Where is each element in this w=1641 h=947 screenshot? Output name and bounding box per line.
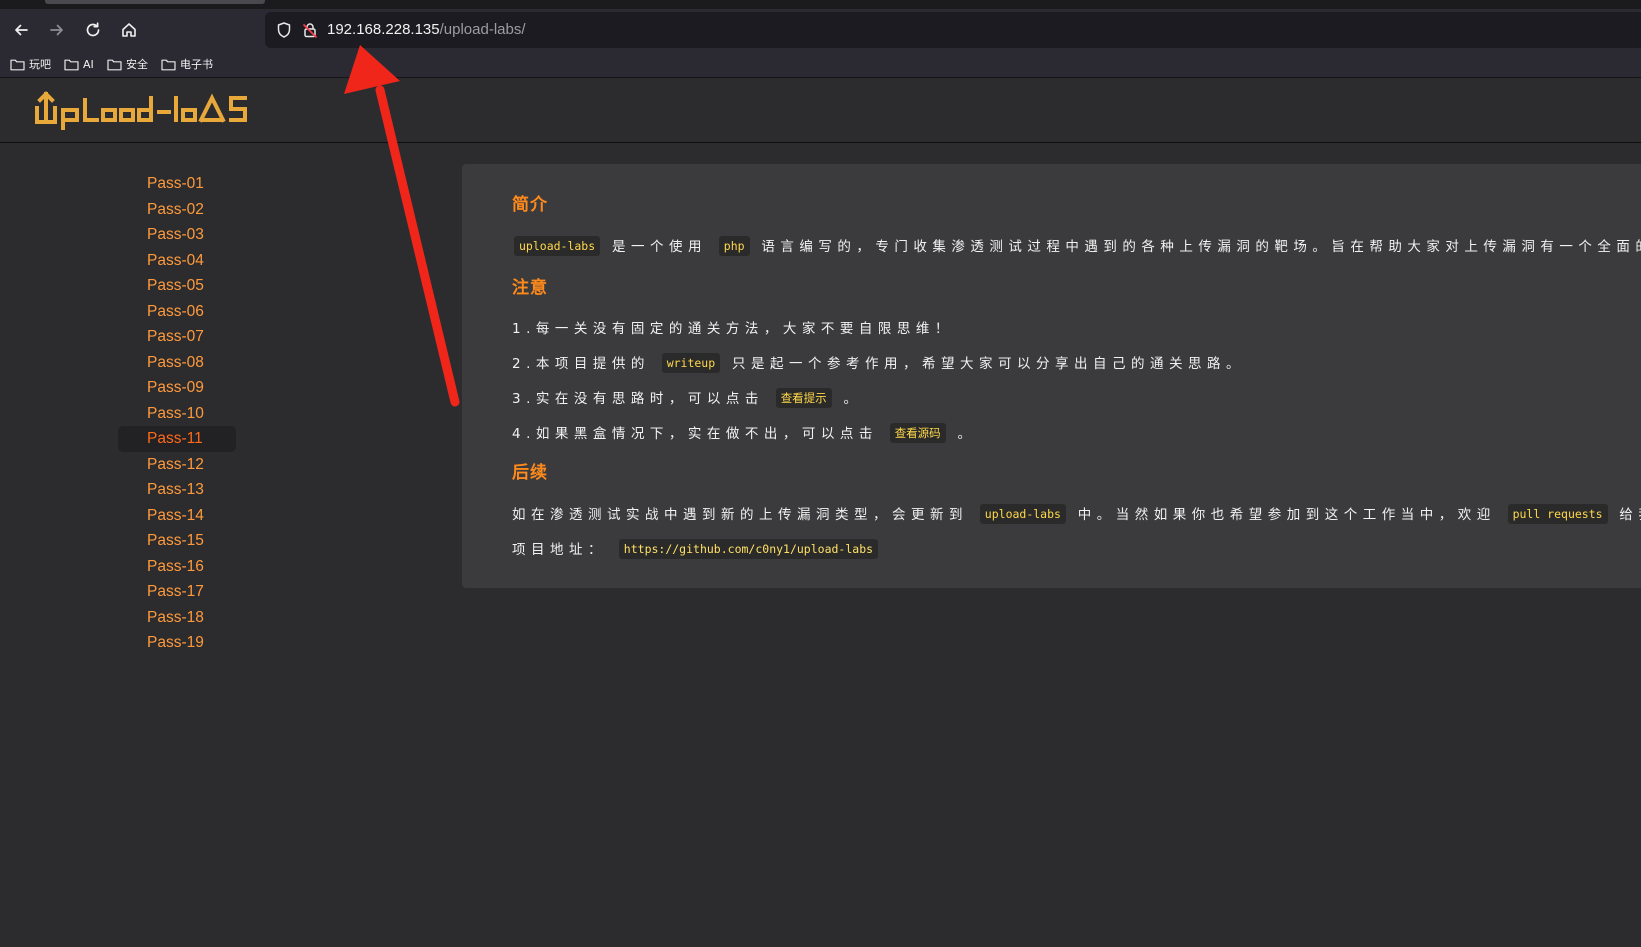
sidebar-item-pass-11[interactable]: Pass-11 (118, 426, 236, 452)
sidebar-item-pass-12[interactable]: Pass-12 (118, 452, 236, 478)
followup-line-1-b: 中。当然如果你也希望参加到这个工作当中，欢迎 (1077, 507, 1496, 523)
home-button[interactable] (116, 17, 142, 43)
reload-icon (86, 22, 100, 37)
intro-paragraph: upload-labs 是一个使用 php 语言编写的，专门收集渗透测试过程中遇… (512, 236, 1641, 258)
folder-icon (107, 59, 122, 70)
bookmark-folder[interactable]: 安全 (107, 56, 148, 72)
insecure-lock-icon[interactable] (301, 21, 319, 39)
home-icon (122, 23, 136, 37)
bookmark-folder[interactable]: AI (64, 56, 94, 72)
url-path: /upload-labs/ (439, 21, 526, 38)
bookmark-label: 电子书 (180, 58, 213, 71)
sidebar-item-pass-03[interactable]: Pass-03 (118, 222, 236, 248)
notice-line-4: 4.如果黑盒情况下，实在做不出，可以点击 查看源码 。 (512, 423, 976, 445)
followup-line-2: 项目地址： https://github.com/c0ny1/upload-la… (512, 539, 880, 561)
sidebar-item-pass-19[interactable]: Pass-19 (118, 630, 236, 656)
pass-sidebar: Pass-01 Pass-02 Pass-03 Pass-04 Pass-05 … (118, 171, 236, 656)
inline-code-writeup: writeup (661, 353, 721, 373)
site-logo[interactable]: upload-labs (33, 88, 263, 132)
sidebar-item-pass-05[interactable]: Pass-05 (118, 273, 236, 299)
sidebar-item-pass-14[interactable]: Pass-14 (118, 503, 236, 529)
intro-text-a: 是一个使用 (611, 239, 707, 255)
sidebar-item-pass-08[interactable]: Pass-08 (118, 350, 236, 376)
intro-text-b: 语言编写的，专门收集渗透测试过程中遇到的各种上传漏洞的靶场。旨在帮助大家对上传漏… (761, 239, 1641, 255)
forward-button[interactable] (44, 17, 70, 43)
sidebar-item-pass-07[interactable]: Pass-07 (118, 324, 236, 350)
bookmarks-bar: 玩吧 AI 安全 电子书 (0, 51, 1641, 78)
url-text[interactable]: 192.168.228.135/upload-labs/ (327, 21, 526, 39)
show-hint-button[interactable]: 查看提示 (775, 388, 832, 408)
active-tab-edge[interactable] (45, 0, 265, 4)
sidebar-item-pass-09[interactable]: Pass-09 (118, 375, 236, 401)
folder-icon (10, 59, 25, 70)
reload-button[interactable] (80, 17, 106, 43)
show-source-button[interactable]: 查看源码 (889, 423, 946, 443)
browser-toolbar: 192.168.228.135/upload-labs/ (0, 9, 1641, 51)
project-repo-link[interactable]: https://github.com/c0ny1/upload-labs (618, 539, 879, 559)
shield-icon[interactable] (275, 21, 293, 39)
followup-title: 后续 (512, 463, 548, 483)
notice-line-2: 2.本项目提供的 writeup 只是起一个参考作用，希望大家可以分享出自己的通… (512, 353, 1245, 375)
address-bar[interactable]: 192.168.228.135/upload-labs/ (265, 12, 1641, 48)
sidebar-item-pass-06[interactable]: Pass-06 (118, 299, 236, 325)
notice-line-3: 3.实在没有思路时，可以点击 查看提示 。 (512, 388, 862, 410)
sidebar-item-pass-13[interactable]: Pass-13 (118, 477, 236, 503)
url-host: 192.168.228.135 (327, 21, 440, 38)
bookmark-label: AI (83, 57, 94, 71)
bookmark-label: 玩吧 (29, 58, 51, 71)
sidebar-item-pass-01[interactable]: Pass-01 (118, 171, 236, 197)
notice-line-2-b: 只是起一个参考作用，希望大家可以分享出自己的通关思路。 (731, 356, 1245, 372)
sidebar-item-pass-15[interactable]: Pass-15 (118, 528, 236, 554)
sidebar-item-pass-10[interactable]: Pass-10 (118, 401, 236, 427)
notice-line-4-b: 。 (957, 426, 977, 442)
followup-line-1: 如在渗透测试实战中遇到新的上传漏洞类型，会更新到 upload-labs 中。当… (512, 504, 1641, 526)
followup-line-1-c: 给我！ (1619, 507, 1641, 523)
arrow-right-icon (50, 24, 63, 36)
sidebar-item-pass-04[interactable]: Pass-04 (118, 248, 236, 274)
folder-icon (64, 59, 79, 70)
main-content-panel: 简介 upload-labs 是一个使用 php 语言编写的，专门收集渗透测试过… (462, 164, 1641, 588)
notice-line-3-b: 。 (843, 391, 863, 407)
bookmark-folder[interactable]: 玩吧 (10, 56, 51, 72)
project-address-label: 项目地址： (512, 542, 607, 558)
inline-code-pull-requests: pull requests (1507, 504, 1608, 524)
sidebar-item-pass-18[interactable]: Pass-18 (118, 605, 236, 631)
sidebar-item-pass-17[interactable]: Pass-17 (118, 579, 236, 605)
folder-icon (161, 59, 176, 70)
back-button[interactable] (8, 17, 34, 43)
bookmark-folder[interactable]: 电子书 (161, 56, 213, 72)
intro-title: 简介 (512, 195, 548, 215)
followup-line-1-a: 如在渗透测试实战中遇到新的上传漏洞类型，会更新到 (512, 507, 968, 523)
inline-code-lang: php (718, 236, 750, 256)
sidebar-item-pass-16[interactable]: Pass-16 (118, 554, 236, 580)
browser-tab-strip (0, 0, 1641, 9)
arrow-left-icon (15, 24, 28, 36)
site-header: upload-labs (0, 78, 1641, 143)
notice-title: 注意 (512, 278, 548, 298)
sidebar-item-pass-02[interactable]: Pass-02 (118, 197, 236, 223)
notice-line-3-a: 3.实在没有思路时，可以点击 (512, 391, 764, 407)
notice-line-1: 1.每一关没有固定的通关方法，大家不要自限思维！ (512, 321, 954, 337)
bookmark-label: 安全 (126, 58, 148, 71)
notice-line-2-a: 2.本项目提供的 (512, 356, 650, 372)
inline-code-project: upload-labs (514, 236, 601, 256)
inline-code-project: upload-labs (979, 504, 1066, 524)
notice-line-4-a: 4.如果黑盒情况下，实在做不出，可以点击 (512, 426, 878, 442)
